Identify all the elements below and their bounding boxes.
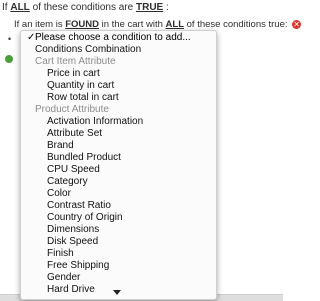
dropdown-option[interactable]: Free Shipping [21, 260, 216, 272]
option-label: Please choose a condition to add... [35, 32, 191, 43]
option-label: Activation Information [47, 116, 144, 127]
dropdown-option[interactable]: Finish [21, 248, 216, 260]
dropdown-option[interactable]: Disk Speed [21, 236, 216, 248]
dropdown-option[interactable]: Gender [21, 272, 216, 284]
option-label: Bundled Product [47, 152, 121, 163]
add-condition-icon[interactable] [5, 55, 13, 63]
value-link[interactable]: TRUE [136, 2, 163, 13]
option-label: Hard Drive [47, 284, 95, 295]
dropdown-option[interactable]: Row total in cart [21, 92, 216, 104]
dropdown-option[interactable]: Country of Origin [21, 212, 216, 224]
remove-icon[interactable]: ✕ [292, 19, 302, 29]
dropdown-option[interactable]: Color [21, 188, 216, 200]
condition-text: in the cart with [99, 19, 166, 30]
option-label: Free Shipping [47, 260, 110, 271]
option-label: Brand [47, 140, 74, 151]
dropdown-option[interactable]: Quantity in cart [21, 80, 216, 92]
condition-text: If an item is [14, 19, 66, 30]
dropdown-option[interactable]: Activation Information [21, 116, 216, 128]
dropdown-option[interactable]: Conditions Combination [21, 44, 216, 56]
option-label: Dimensions [47, 224, 100, 235]
dropdown-option[interactable]: CPU Speed [21, 164, 216, 176]
option-label: Disk Speed [47, 236, 99, 247]
dropdown-option[interactable]: Dimensions [21, 224, 216, 236]
option-label: Cart Item Attribute [35, 56, 116, 67]
bullet-icon: • [8, 34, 12, 44]
dropdown-option[interactable]: Price in cart [21, 68, 216, 80]
dropdown-option[interactable]: Brand [21, 140, 216, 152]
dropdown-option[interactable]: ✓ Please choose a condition to add... [21, 32, 216, 44]
option-label: Contrast Ratio [47, 200, 111, 211]
option-label: Gender [47, 272, 81, 283]
option-group-label: Cart Item Attribute [21, 56, 216, 68]
option-label: Category [47, 176, 88, 187]
dropdown-option[interactable]: Category [21, 176, 216, 188]
header-text: : [163, 2, 169, 13]
aggregator-link-inner[interactable]: ALL [166, 19, 184, 30]
condition-text: of these conditions true: [184, 19, 288, 30]
option-label: Product Attribute [35, 104, 109, 115]
dropdown-option[interactable]: Bundled Product [21, 152, 216, 164]
header-text: of these conditions are [29, 2, 136, 13]
dropdown-option[interactable]: Contrast Ratio [21, 200, 216, 212]
scroll-down-icon[interactable] [113, 290, 121, 295]
option-label: Color [47, 188, 71, 199]
conditions-header: If ALL of these conditions are TRUE : [2, 2, 169, 13]
option-label: CPU Speed [47, 164, 100, 175]
option-label: Attribute Set [47, 128, 103, 139]
option-label: Finish [47, 248, 74, 259]
option-label: Price in cart [47, 68, 100, 79]
aggregator-link[interactable]: ALL [10, 2, 29, 13]
dropdown-option[interactable]: Attribute Set [21, 128, 216, 140]
option-label: Conditions Combination [35, 44, 142, 55]
option-label: Country of Origin [47, 212, 123, 223]
option-label: Row total in cart [47, 92, 119, 103]
option-group-label: Product Attribute [21, 104, 216, 116]
found-condition-line: If an item is FOUND in the cart with ALL… [14, 19, 302, 30]
found-link[interactable]: FOUND [65, 19, 99, 30]
condition-dropdown[interactable]: Hard Drive Gender Free Shipping Finish Disk … [20, 30, 217, 300]
option-label: Quantity in cart [47, 80, 115, 91]
